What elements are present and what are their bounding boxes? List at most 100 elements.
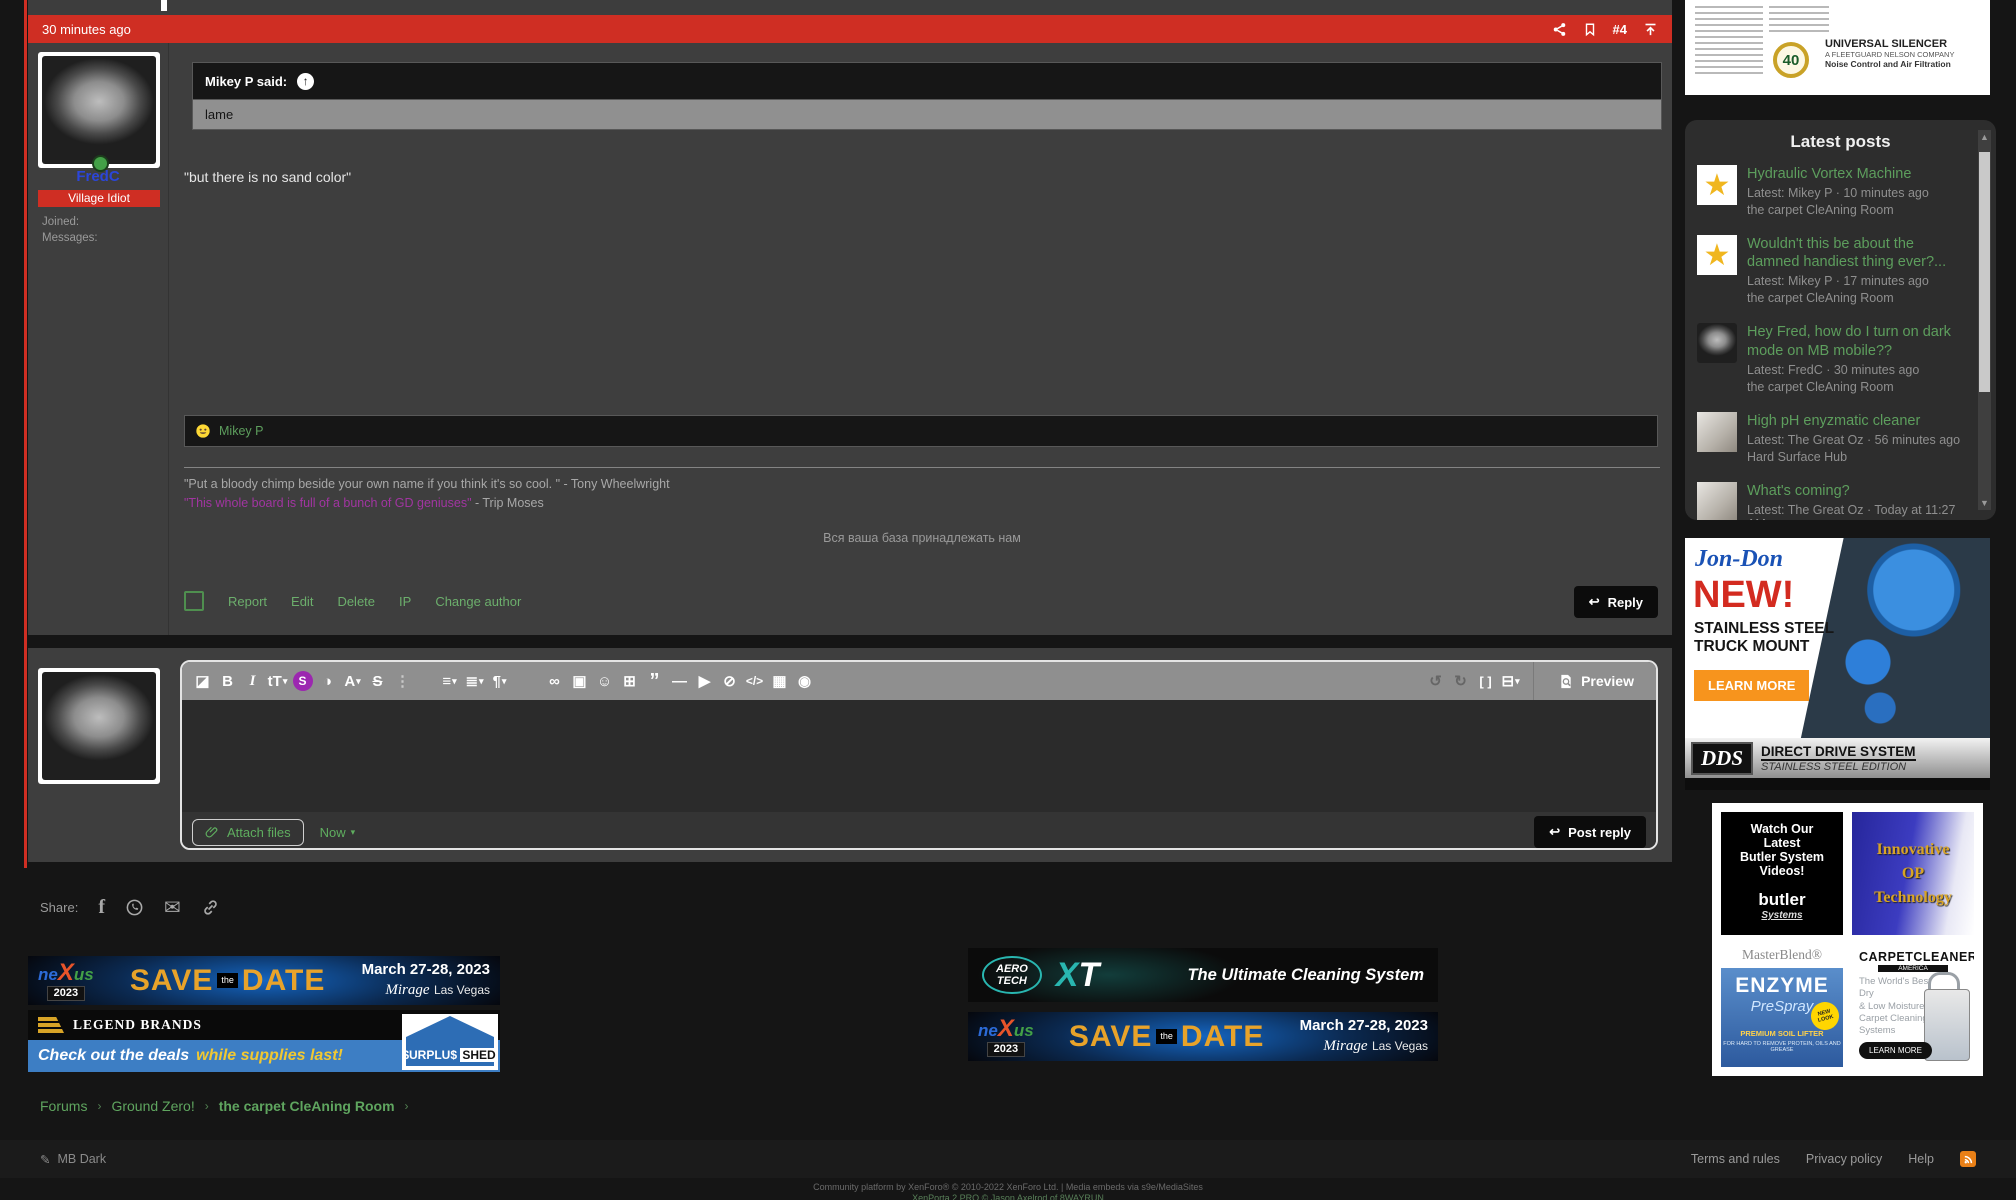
collapsed-quote[interactable]: Mikey P [184, 415, 1658, 447]
thread-title[interactable]: What's coming? [1747, 482, 1970, 500]
insert-quote-icon[interactable]: ” [642, 668, 667, 694]
ad-nexus-save-the-date[interactable]: neXus 2023 SAVE the DATE March 27-28, 20… [28, 956, 500, 1005]
author-name-link[interactable]: FredC [28, 168, 168, 185]
delete-link[interactable]: Delete [337, 594, 375, 609]
italic-icon[interactable]: I [240, 668, 265, 694]
ad-masterblend-enzyme[interactable]: MasterBlend® ENZYME PreSpray NEW LOOK PR… [1721, 944, 1843, 1067]
scroll-up-icon[interactable]: ▲ [1978, 132, 1991, 142]
scroll-down-icon[interactable]: ▼ [1978, 498, 1991, 508]
thread-forum[interactable]: Hard Surface Hub [1747, 450, 1960, 464]
masterblend-logo: MasterBlend® [1721, 944, 1843, 966]
jump-to-top-icon[interactable] [1643, 22, 1658, 37]
learn-more-button[interactable]: LEARN MORE [1859, 1042, 1932, 1059]
learn-more-button[interactable]: LEARN MORE [1694, 670, 1809, 701]
more-options-icon[interactable]: ⋮ [390, 668, 415, 694]
style-chooser[interactable]: ✎ MB Dark [40, 1152, 106, 1167]
edit-link[interactable]: Edit [291, 594, 313, 609]
attach-files-button[interactable]: Attach files [192, 819, 304, 846]
post-number[interactable]: #4 [1613, 22, 1627, 37]
ad-nexus-save-the-date-2[interactable]: neXus 2023 SAVE the DATE March 27-28, 20… [968, 1012, 1438, 1061]
redo-icon[interactable]: ↻ [1448, 668, 1473, 694]
reply-button[interactable]: ↩ Reply [1574, 586, 1658, 618]
latest-post-item[interactable]: ★ Wouldn't this be about the damned hand… [1685, 226, 1996, 314]
paragraph-format-icon[interactable]: ¶▾ [487, 668, 512, 694]
code-icon[interactable]: </> [742, 668, 767, 694]
thread-forum[interactable]: the carpet CleAning Room [1747, 380, 1970, 394]
latest-post-item[interactable]: ★ Hydraulic Vortex Machine Latest: Mikey… [1685, 156, 1996, 226]
bold-icon[interactable]: B [215, 668, 240, 694]
undo-icon[interactable]: ↺ [1423, 668, 1448, 694]
signature-link[interactable]: "This whole board is full of a bunch of … [184, 496, 472, 510]
latest-post-item[interactable]: High pH enyzmatic cleaner Latest: The Gr… [1685, 403, 1996, 473]
emoji-icon[interactable]: ☺ [592, 668, 617, 694]
ad-legend-brands-surplus-shed[interactable]: LEGEND BRANDS Check out the deals while … [28, 1010, 500, 1072]
thread-title[interactable]: High pH enyzmatic cleaner [1747, 412, 1960, 430]
breadcrumb-forums[interactable]: Forums [40, 1098, 87, 1114]
thread-meta: Latest: FredC · 30 minutes ago [1747, 363, 1970, 377]
bbcode-toggle-icon[interactable]: [ ] [1473, 668, 1498, 694]
facebook-icon[interactable]: f [98, 896, 105, 919]
author-title-badge: Village Idiot [38, 190, 160, 207]
rss-icon[interactable] [1960, 1151, 1976, 1167]
whatsapp-icon[interactable] [125, 898, 144, 917]
breadcrumb-current-forum[interactable]: the carpet CleAning Room [219, 1098, 395, 1114]
current-user-avatar[interactable] [38, 668, 160, 784]
thread-forum[interactable]: the carpet CleAning Room [1747, 203, 1929, 217]
share-post-icon[interactable] [1552, 22, 1567, 37]
media-embed-icon[interactable]: ▶ [692, 668, 717, 694]
bookmark-icon[interactable] [1583, 22, 1597, 37]
ad-carpet-cleaner-america[interactable]: CARPETCLEANER AMERICA The World's Best D… [1852, 944, 1974, 1067]
signature-tagline: Вся ваша база принадлежать нам [184, 531, 1660, 545]
editor-textarea[interactable] [182, 700, 1656, 812]
ip-link[interactable]: IP [399, 594, 411, 609]
font-size-icon[interactable]: tT▾ [265, 668, 290, 694]
schedule-dropdown[interactable]: Now▾ [320, 825, 356, 840]
privacy-link[interactable]: Privacy policy [1806, 1152, 1882, 1166]
text-color-icon[interactable]: ◑ [315, 668, 340, 694]
terms-link[interactable]: Terms and rules [1691, 1152, 1780, 1166]
copy-link-icon[interactable] [201, 898, 220, 917]
camera-icon[interactable]: ◉ [792, 668, 817, 694]
scrollbar-thumb[interactable] [1979, 152, 1990, 392]
ad-innovative-op-technology[interactable]: Innovative OP Technology [1852, 812, 1974, 935]
media-gallery-icon[interactable]: ⊞ [617, 668, 642, 694]
dds-line1: DIRECT DRIVE SYSTEM [1761, 744, 1916, 761]
list-icon[interactable]: ≡▾ [437, 668, 462, 694]
nexus-logo: neXus 2023 [38, 961, 94, 1001]
goto-quoted-post-icon[interactable]: ↑ [297, 73, 314, 90]
xenporta-link[interactable]: XenPorta 2 PRO © Jason Axelrod of 8WAYRU… [912, 1193, 1104, 1200]
post-reply-button[interactable]: ↩ Post reply [1534, 816, 1646, 848]
alignment-icon[interactable]: ≣▾ [462, 668, 487, 694]
insert-table-icon[interactable]: ▦ [767, 668, 792, 694]
thread-title[interactable]: Hydraulic Vortex Machine [1747, 165, 1929, 183]
latest-post-item[interactable]: What's coming? Latest: The Great Oz · To… [1685, 473, 1996, 520]
thread-forum[interactable]: the carpet CleAning Room [1747, 291, 1970, 305]
preview-button[interactable]: Preview [1544, 662, 1648, 700]
widget-scrollbar[interactable]: ▲ ▼ [1978, 130, 1991, 510]
ad-universal-silencer[interactable]: 40 UNIVERSAL SILENCER A FLEETGUARD NELSO… [1685, 0, 1990, 95]
ad-butler-videos[interactable]: Watch Our Latest Butler System Videos! b… [1721, 812, 1843, 935]
insert-link-icon[interactable]: ∞ [542, 668, 567, 694]
thread-title[interactable]: Wouldn't this be about the damned handie… [1747, 235, 1970, 271]
remove-format-icon[interactable]: ◪ [190, 668, 215, 694]
select-post-checkbox[interactable] [184, 591, 204, 611]
horizontal-rule-icon[interactable]: — [667, 668, 692, 694]
help-link[interactable]: Help [1908, 1152, 1934, 1166]
insert-image-icon[interactable]: ▣ [567, 668, 592, 694]
drafts-icon[interactable]: ⊟▾ [1498, 668, 1523, 694]
change-author-link[interactable]: Change author [435, 594, 521, 609]
email-icon[interactable]: ✉ [164, 895, 181, 920]
author-avatar[interactable] [38, 52, 160, 168]
thread-title[interactable]: Hey Fred, how do I turn on dark mode on … [1747, 323, 1970, 359]
font-family-icon[interactable]: A▾ [340, 668, 365, 694]
ad-jon-don-truck-mount[interactable]: Jon-Don NEW! STAINLESS STEEL TRUCK MOUNT… [1685, 538, 1990, 790]
collapsed-quote-author[interactable]: Mikey P [219, 424, 263, 438]
quote-header[interactable]: Mikey P said: ↑ [193, 63, 1661, 99]
breadcrumb-ground-zero[interactable]: Ground Zero! [111, 1098, 194, 1114]
ad-aero-tech-xt[interactable]: AEROTECH XT The Ultimate Cleaning System [968, 948, 1438, 1002]
spoiler-icon[interactable]: ⊘ [717, 668, 742, 694]
latest-post-item[interactable]: Hey Fred, how do I turn on dark mode on … [1685, 314, 1996, 402]
report-link[interactable]: Report [228, 594, 267, 609]
special-style-icon[interactable]: S [290, 668, 315, 694]
strikethrough-icon[interactable]: S [365, 668, 390, 694]
